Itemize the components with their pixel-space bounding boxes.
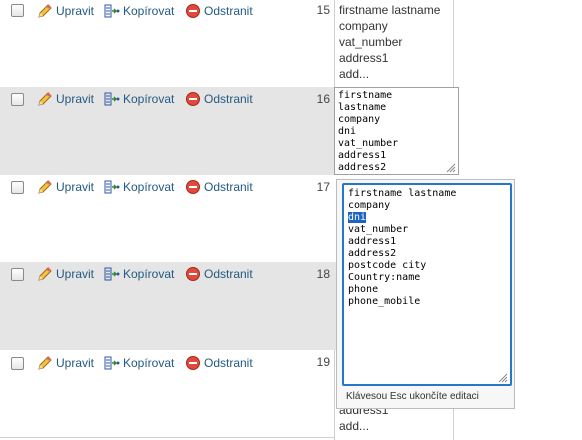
delete-label: Odstranit [204, 92, 253, 106]
edit-action[interactable]: Upravit [37, 91, 94, 107]
edit-label: Upravit [56, 92, 95, 106]
row-id: 16 [316, 92, 330, 106]
delete-action[interactable]: Odstranit [185, 355, 253, 371]
inline-editor-textarea[interactable]: firstname lastname company dni vat_numbe… [334, 87, 459, 175]
pencil-icon [37, 91, 53, 107]
pencil-icon [37, 355, 53, 371]
row-checkbox[interactable] [11, 268, 24, 281]
copy-icon [104, 355, 120, 371]
copy-action[interactable]: Kopírovat [104, 355, 174, 371]
delete-action[interactable]: Odstranit [185, 179, 253, 195]
edit-action[interactable]: Upravit [37, 266, 94, 282]
pencil-icon [37, 179, 53, 195]
edit-label: Upravit [56, 356, 95, 370]
row-id: 15 [316, 3, 330, 17]
row-checkbox[interactable] [11, 357, 24, 370]
edit-label: Upravit [56, 4, 95, 18]
row-checkbox[interactable] [11, 4, 24, 17]
copy-action[interactable]: Kopírovat [104, 91, 174, 107]
copy-label: Kopírovat [123, 92, 175, 106]
editor-text-after: vat_number address1 address2 postcode ci… [348, 224, 427, 307]
row-id: 18 [316, 267, 330, 281]
delete-icon [185, 179, 201, 195]
copy-icon [104, 266, 120, 282]
resize-handle-icon[interactable] [496, 371, 508, 383]
cell-line: add... [339, 67, 370, 81]
delete-label: Odstranit [204, 4, 253, 18]
copy-label: Kopírovat [123, 4, 175, 18]
delete-action[interactable]: Odstranit [185, 266, 253, 282]
resize-handle-icon[interactable] [444, 161, 456, 173]
delete-icon [185, 91, 201, 107]
delete-label: Odstranit [204, 267, 253, 281]
cell-line: add... [339, 419, 370, 433]
row-checkbox[interactable] [11, 93, 24, 106]
edit-label: Upravit [56, 180, 95, 194]
editor-text-before: firstname lastname company [348, 188, 457, 211]
edit-action[interactable]: Upravit [37, 179, 94, 195]
delete-icon [185, 3, 201, 19]
row-checkbox[interactable] [11, 181, 24, 194]
delete-label: Odstranit [204, 180, 253, 194]
editor-hint: Klávesou Esc ukončíte editaci [346, 391, 479, 402]
row-id: 19 [316, 355, 330, 369]
copy-icon [104, 3, 120, 19]
copy-label: Kopírovat [123, 356, 175, 370]
delete-action[interactable]: Odstranit [185, 3, 253, 19]
copy-action[interactable]: Kopírovat [104, 179, 174, 195]
delete-label: Odstranit [204, 356, 253, 370]
edit-action[interactable]: Upravit [37, 3, 94, 19]
row-id: 17 [316, 180, 330, 194]
edit-action[interactable]: Upravit [37, 355, 94, 371]
delete-action[interactable]: Odstranit [185, 91, 253, 107]
cell-line: address1 [339, 51, 389, 65]
copy-icon [104, 179, 120, 195]
delete-icon [185, 266, 201, 282]
copy-label: Kopírovat [123, 267, 175, 281]
cell-line: company [339, 19, 388, 33]
copy-action[interactable]: Kopírovat [104, 266, 174, 282]
cell-text: firstname lastname company vat_number ad… [339, 2, 440, 82]
delete-icon [185, 355, 201, 371]
edit-label: Upravit [56, 267, 95, 281]
pencil-icon [37, 3, 53, 19]
inline-editor-textarea[interactable]: firstname lastname company dni vat_numbe… [342, 183, 512, 386]
copy-label: Kopírovat [123, 180, 175, 194]
cell-line: firstname lastname [339, 3, 441, 17]
copy-icon [104, 91, 120, 107]
selected-text: dni [348, 212, 367, 223]
cell-line: vat_number [339, 35, 403, 49]
pencil-icon [37, 266, 53, 282]
copy-action[interactable]: Kopírovat [104, 3, 174, 19]
